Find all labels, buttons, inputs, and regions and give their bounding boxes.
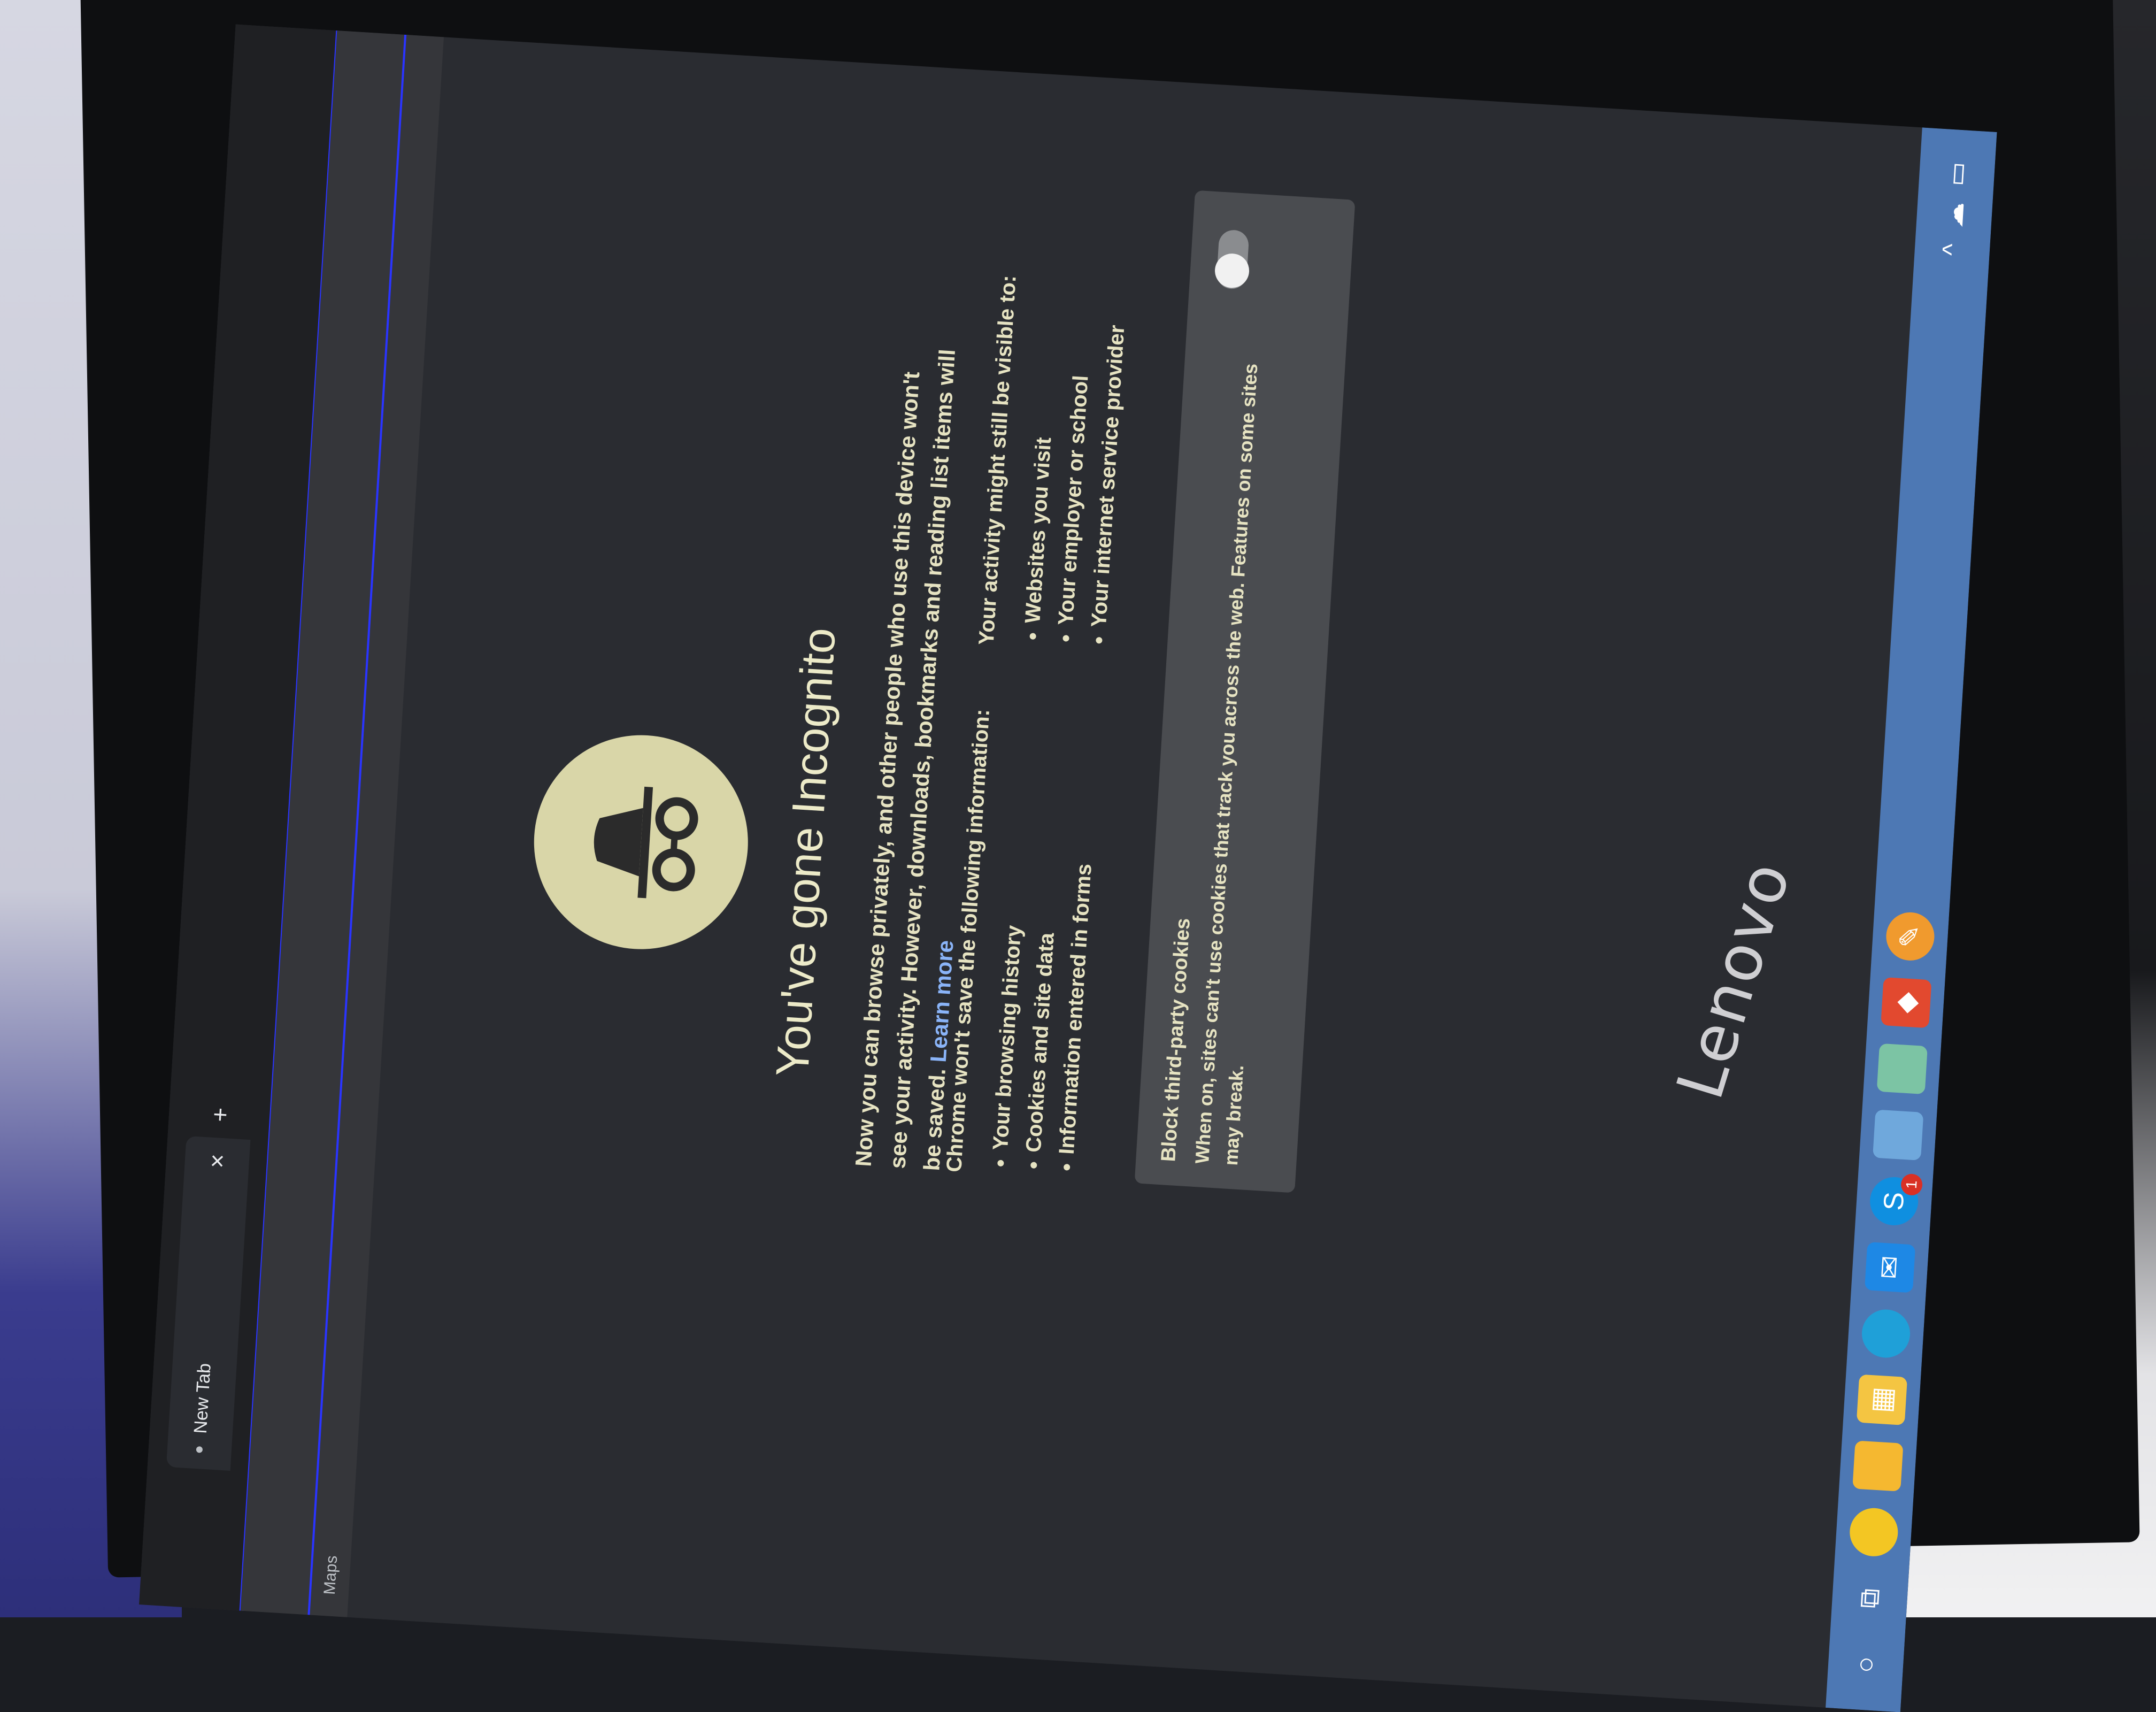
cloud-icon[interactable]: ☁ (1939, 201, 1970, 228)
microsoft-store-icon[interactable]: ▦ (1856, 1374, 1908, 1425)
chrome-icon[interactable] (1873, 1109, 1924, 1161)
chevron-up-icon[interactable]: ^ (1937, 243, 1967, 257)
page-title: You've gone Incognito (766, 626, 845, 1078)
search-circle-icon[interactable]: ○ (1841, 1639, 1891, 1690)
task-view-icon[interactable]: ⧉ (1844, 1573, 1895, 1624)
bookmark-maps[interactable]: Maps (321, 1555, 341, 1595)
tab-title: New Tab (190, 1362, 215, 1434)
app-icon[interactable] (1876, 1043, 1928, 1095)
file-explorer-icon[interactable] (1852, 1440, 1904, 1492)
tab-close-icon[interactable]: × (202, 1153, 232, 1169)
incognito-page: You've gone Incognito Now you can browse… (347, 37, 1885, 1705)
block-cookies-toggle[interactable] (1214, 229, 1250, 290)
tab-favicon-icon (196, 1446, 203, 1453)
not-saved-column: Chrome won't save the following informat… (942, 709, 1110, 1180)
skype-badge: 1 (1900, 1173, 1923, 1196)
incognito-icon (527, 728, 754, 956)
pen-app-icon[interactable]: ✎ (1884, 911, 1936, 962)
chat-icon[interactable] (1848, 1507, 1899, 1558)
edge-icon[interactable] (1860, 1308, 1912, 1360)
mail-icon[interactable]: ✉ (1864, 1242, 1916, 1293)
anydesk-icon[interactable]: ◆ (1881, 977, 1932, 1028)
skype-icon[interactable]: S 1 (1868, 1173, 1923, 1227)
tab-new-tab[interactable]: New Tab × (166, 1135, 251, 1471)
visible-to-column: Your activity might still be visible to:… (975, 274, 1137, 652)
new-tab-button[interactable]: + (205, 1107, 235, 1123)
display-icon[interactable]: ▭ (1941, 161, 1973, 187)
monitor-screen: New Tab × + Maps You've gone Incognito N… (139, 24, 1997, 1712)
third-party-cookies-card: Block third-party cookies When on, sites… (1134, 190, 1356, 1193)
system-tray: ^ ☁ ▭ (1937, 161, 1973, 257)
